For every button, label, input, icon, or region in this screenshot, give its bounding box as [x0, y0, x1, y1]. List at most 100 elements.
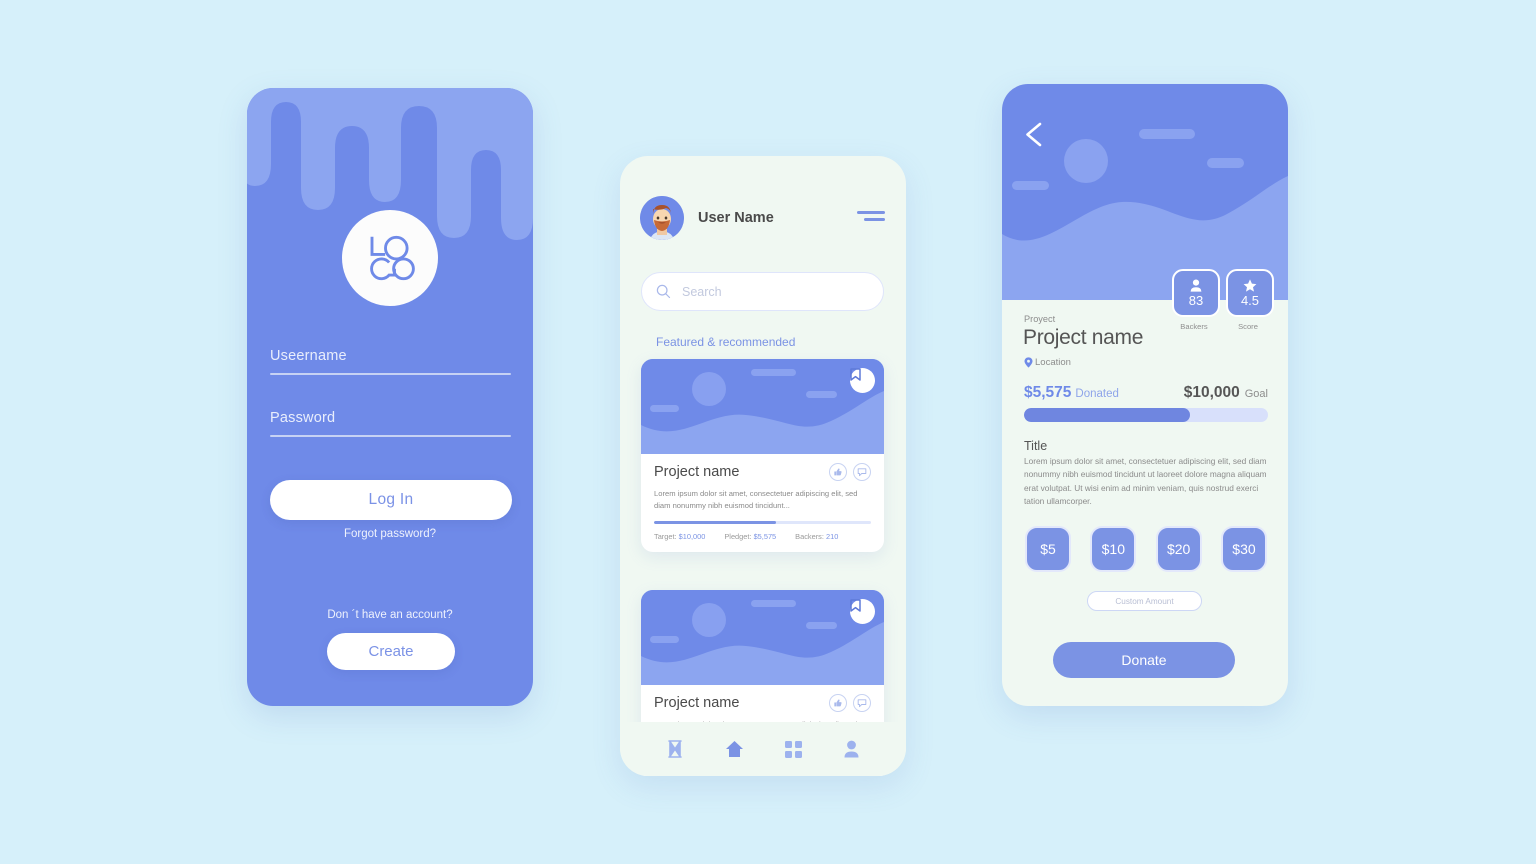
- card-progress-bar: [654, 520, 871, 524]
- donation-tiers: $5 $10 $20 $30: [1025, 526, 1267, 572]
- feed-header: User Name: [640, 196, 774, 240]
- bookmark-glyph: [850, 368, 861, 381]
- comment-icon[interactable]: [853, 694, 871, 712]
- password-field[interactable]: Password: [270, 410, 511, 437]
- stat-caption: Backers: [1180, 322, 1208, 331]
- logo-icon: [370, 235, 415, 281]
- card-actions: [829, 463, 871, 481]
- star-icon: [1243, 278, 1257, 292]
- username-underline: [270, 373, 511, 375]
- user-avatar-icon: [640, 196, 684, 240]
- stat-badge-backers[interactable]: 83 Backers: [1172, 269, 1220, 331]
- back-chevron-glyph: [1026, 122, 1042, 147]
- mockup-canvas: Useername Password Log In Forgot passwor…: [0, 0, 1536, 864]
- section-label-featured: Featured & recommended: [656, 335, 796, 349]
- placeholder-shapes: [650, 600, 837, 643]
- location-label: Location: [1035, 357, 1071, 368]
- card-title: Project name: [654, 464, 740, 480]
- search-placeholder: Search: [682, 284, 722, 299]
- user-name: User Name: [698, 210, 774, 226]
- create-account-button[interactable]: Create: [327, 633, 455, 670]
- home-glyph: [725, 741, 743, 757]
- comment-icon[interactable]: [853, 463, 871, 481]
- search-input[interactable]: Search: [641, 272, 884, 311]
- donated-label: Donated: [1075, 388, 1119, 400]
- person-glyph: [844, 740, 859, 758]
- nav-person-icon[interactable]: [844, 740, 859, 758]
- no-account-text: Don ´t have an account?: [327, 609, 453, 621]
- donated-group: $5,575 Donated: [1024, 384, 1119, 402]
- thumbs-up-icon[interactable]: [829, 463, 847, 481]
- card-header-row: Project name: [654, 694, 871, 712]
- card-stats: Target: $10,000 Pledget: $5,575 Backers:…: [654, 532, 871, 541]
- card-actions: [829, 694, 871, 712]
- custom-amount-input[interactable]: Custom Amount: [1087, 591, 1202, 611]
- card-title: Project name: [654, 695, 740, 711]
- card-stat-pledget: Pledget: $5,575: [724, 531, 777, 541]
- login-button[interactable]: Log In: [270, 480, 512, 520]
- stat-caption: Score: [1238, 322, 1258, 331]
- stat-value: 83: [1188, 292, 1204, 308]
- card-description: Lorem ipsum dolor sit amet, consectetuer…: [654, 489, 858, 510]
- project-detail-screen: 83 Backers 4.5 Score Proyect Project nam…: [1002, 84, 1288, 706]
- funding-amounts: $5,575 Donated $10,000 Goal: [1024, 384, 1268, 402]
- stat-box: 83: [1172, 269, 1220, 317]
- hamburger-menu-icon[interactable]: [857, 211, 885, 222]
- password-label: Password: [270, 410, 336, 426]
- nav-home-icon[interactable]: [725, 740, 744, 758]
- bookmark-icon[interactable]: [850, 368, 875, 393]
- hourglass-glyph: [668, 740, 682, 758]
- funding-progress-bar: [1024, 408, 1268, 422]
- bottom-navigation: [620, 722, 906, 776]
- page-title: Project name: [1023, 326, 1144, 349]
- card-image-placeholder: [641, 359, 884, 454]
- donation-tier-button[interactable]: $10: [1090, 526, 1137, 572]
- stat-badges: 83 Backers 4.5 Score: [1172, 269, 1274, 331]
- grid-glyph: [785, 740, 803, 758]
- project-kicker: Proyect: [1024, 314, 1056, 324]
- bookmark-glyph: [850, 599, 861, 612]
- stat-badge-score[interactable]: 4.5 Score: [1226, 269, 1274, 331]
- donation-tier-button[interactable]: $30: [1220, 526, 1267, 572]
- card-image-placeholder: [641, 590, 884, 685]
- donation-tier-button[interactable]: $5: [1025, 526, 1071, 572]
- nav-hourglass-icon[interactable]: [667, 740, 683, 758]
- username-label: Useername: [270, 348, 347, 364]
- hero-placeholder-shapes: [1012, 129, 1244, 190]
- forgot-password-link[interactable]: Forgot password?: [247, 528, 533, 540]
- back-chevron-icon[interactable]: [1024, 122, 1043, 152]
- hero-image: [1002, 84, 1288, 300]
- description-body: Lorem ipsum dolor sit amet, consectetuer…: [1024, 456, 1267, 507]
- goal-group: $10,000 Goal: [1184, 384, 1268, 402]
- donate-button[interactable]: Donate: [1053, 642, 1235, 678]
- card-stat-backers: Backers: 210: [795, 531, 839, 541]
- donation-tier-button[interactable]: $20: [1155, 526, 1202, 572]
- card-header-row: Project name: [654, 463, 871, 481]
- map-pin-icon: [1024, 357, 1033, 368]
- goal-amount: $10,000: [1183, 384, 1240, 401]
- card-body: Project name Lo: [641, 454, 884, 552]
- donated-amount: $5,575: [1024, 384, 1072, 401]
- placeholder-shapes: [650, 369, 837, 412]
- project-location: Location: [1024, 357, 1071, 368]
- thumbs-up-icon[interactable]: [829, 694, 847, 712]
- stat-box: 4.5: [1226, 269, 1274, 317]
- stat-value: 4.5: [1240, 292, 1260, 308]
- project-card[interactable]: Project name Lo: [641, 359, 884, 552]
- comment-glyph: [857, 699, 867, 708]
- comment-glyph: [857, 468, 867, 477]
- person-icon: [1190, 279, 1202, 292]
- feed-screen: User Name Search Featured & recommended: [620, 156, 906, 776]
- goal-label: Goal: [1244, 388, 1268, 400]
- bookmark-icon[interactable]: [850, 599, 875, 624]
- nav-grid-icon[interactable]: [785, 740, 803, 758]
- username-field[interactable]: Useername: [270, 348, 511, 375]
- login-screen: Useername Password Log In Forgot passwor…: [247, 88, 533, 706]
- password-underline: [270, 435, 511, 437]
- search-icon: [656, 284, 671, 299]
- thumbs-up-glyph: [834, 699, 842, 707]
- app-logo: [342, 210, 438, 306]
- avatar[interactable]: [640, 196, 684, 240]
- thumbs-up-glyph: [834, 468, 842, 476]
- description-heading: Title: [1024, 439, 1048, 453]
